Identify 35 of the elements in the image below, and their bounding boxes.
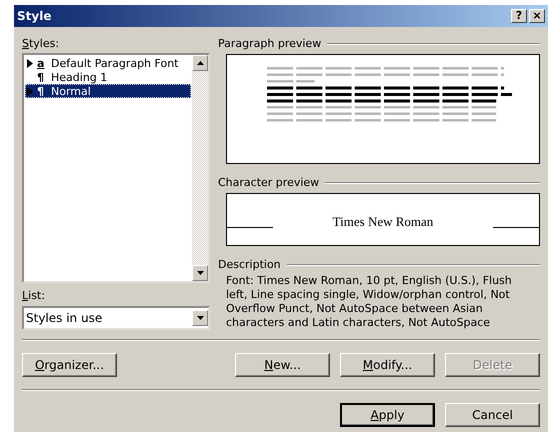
description-heading: Description [218, 258, 281, 271]
font-sample: Times New Roman [332, 214, 434, 230]
style-item[interactable]: ¶ Normal [25, 84, 191, 98]
down-arrow-icon [196, 316, 204, 320]
character-preview-heading: Character preview [218, 176, 320, 189]
scroll-up-button[interactable] [192, 55, 208, 71]
paragraph-style-glyph: ¶ [37, 84, 45, 98]
description-text: Font: Times New Roman, 10 pt, English (U.S.), Flush left, Line spacing single, Widow/orphan control, Not Overflow Punct, Not AutoSpace between Asian characters and Latin characters, Not AutoSpace [226, 274, 513, 330]
scroll-down-button[interactable] [192, 265, 208, 282]
scrollbar[interactable] [192, 55, 208, 282]
up-arrow-icon [196, 61, 204, 65]
dialog-button[interactable]: Apply [340, 403, 435, 427]
style-item[interactable]: a Default Paragraph Font [25, 56, 191, 70]
style-name: Default Paragraph Font [51, 56, 178, 70]
styles-list[interactable]: a Default Paragraph Font ¶ Heading 1 ¶ Normal [22, 53, 210, 284]
down-arrow-icon [196, 271, 204, 276]
style-name: Normal [51, 84, 91, 98]
styles-label: Styles: [22, 37, 60, 50]
marker-arrow-icon [27, 58, 33, 68]
dialog-button[interactable]: Modify... [340, 353, 435, 377]
marker-arrow-icon [27, 86, 33, 96]
paragraph-style-glyph: ¶ [37, 70, 45, 84]
window-title: Style [17, 9, 52, 23]
style-name: Heading 1 [51, 70, 108, 84]
dialog-button[interactable]: Cancel [445, 403, 540, 427]
list-dropdown[interactable]: Styles in use [22, 306, 210, 330]
help-button[interactable]: ? [511, 9, 527, 23]
character-style-glyph: a [37, 56, 46, 70]
close-button[interactable]: × [529, 9, 545, 23]
dialog-button[interactable]: New... [235, 353, 330, 377]
paragraph-preview-heading: Paragraph preview [218, 37, 322, 50]
style-item[interactable]: ¶ Heading 1 [25, 70, 191, 84]
list-label: List: [22, 289, 46, 302]
dialog-button[interactable]: Organizer... [22, 353, 117, 377]
dropdown-button[interactable] [192, 310, 208, 326]
